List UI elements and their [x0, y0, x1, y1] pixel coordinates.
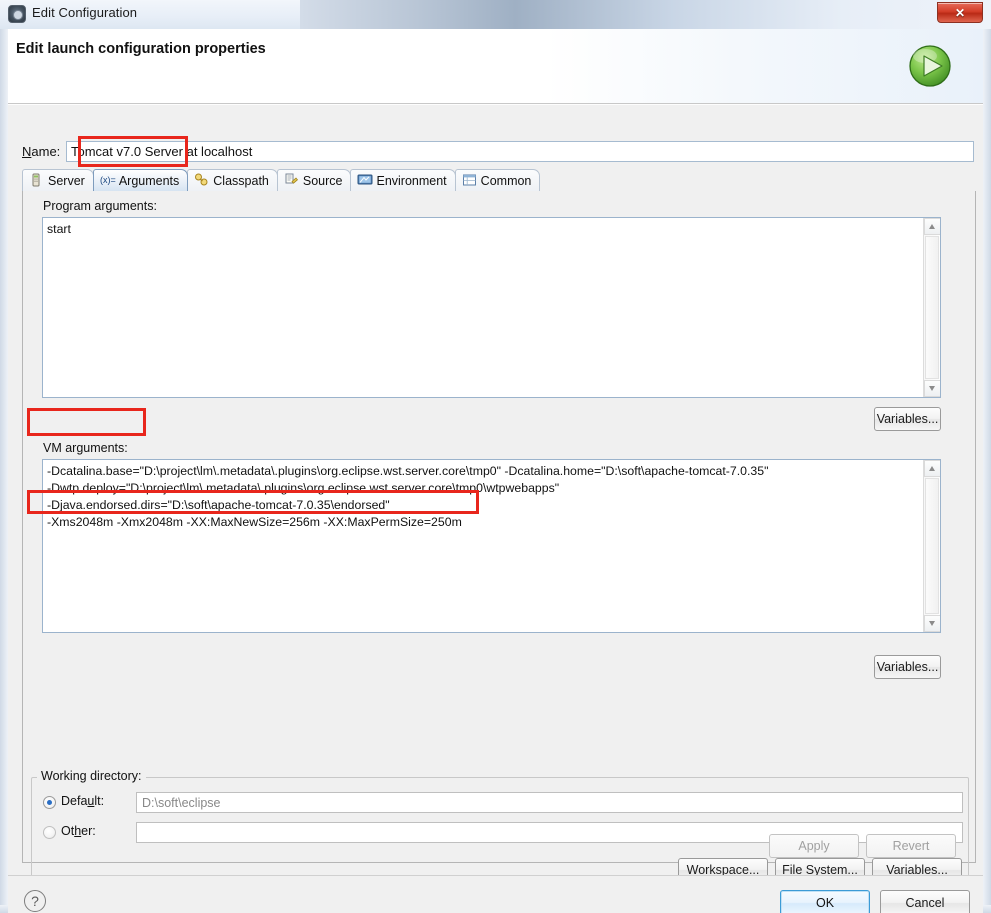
- page-title: Edit launch configuration properties: [16, 41, 266, 57]
- tab-arguments[interactable]: (x)= Arguments: [92, 169, 189, 191]
- tab-classpath-label: Classpath: [213, 173, 269, 188]
- tab-common-label: Common: [480, 173, 532, 188]
- apply-label: Apply: [798, 839, 830, 853]
- run-play-icon: [905, 41, 955, 91]
- arguments-panel: Program arguments: start Variables... VM…: [22, 191, 976, 895]
- environment-icon: [357, 173, 373, 188]
- cancel-button[interactable]: Cancel: [880, 890, 970, 913]
- ok-button[interactable]: OK: [780, 890, 870, 913]
- tab-bar: Server (x)= Arguments Classpath Source E…: [22, 169, 976, 193]
- frame-right: [983, 29, 991, 913]
- tab-server-label: Server: [48, 173, 85, 188]
- ok-label: OK: [815, 896, 835, 910]
- tab-environment-label: Environment: [376, 173, 447, 188]
- cancel-label: Cancel: [905, 896, 945, 910]
- name-label: Name:: [22, 144, 61, 159]
- program-arguments-variables-button[interactable]: Variables...: [874, 407, 941, 431]
- dialog-header: Edit launch configuration properties: [8, 29, 983, 104]
- classpath-icon: [194, 173, 209, 188]
- revert-button[interactable]: Revert: [866, 834, 956, 858]
- working-directory-default-input: D:\soft\eclipse: [136, 792, 963, 813]
- working-directory-default-label: Default:: [61, 794, 105, 808]
- close-icon[interactable]: ✕: [937, 2, 983, 23]
- vm-arguments-variables-button[interactable]: Variables...: [874, 655, 941, 679]
- window-title: Edit Configuration: [32, 5, 138, 20]
- help-glyph: ?: [31, 893, 39, 909]
- server-icon: [29, 173, 44, 188]
- vm-arguments-textarea[interactable]: -Dcatalina.base="D:\project\lm\.metadata…: [42, 459, 941, 633]
- tab-arguments-label: Arguments: [118, 173, 180, 188]
- dialog-content: Name: Tomcat v7.0 Server at localhost Se…: [8, 105, 983, 895]
- vm-arguments-value: -Dcatalina.base="D:\project\lm\.metadata…: [43, 460, 923, 632]
- working-directory-other-radio[interactable]: [43, 826, 56, 839]
- config-icon: [8, 5, 26, 23]
- working-directory-default-radio[interactable]: [43, 796, 56, 809]
- name-input[interactable]: Tomcat v7.0 Server at localhost: [66, 141, 974, 162]
- vm-arg-line-2: -Djava.endorsed.dirs="D:\soft\apache-tom…: [47, 498, 390, 512]
- working-directory-default-value: D:\soft\eclipse: [142, 795, 221, 810]
- working-directory-other-label: Other:: [61, 824, 96, 838]
- program-arguments-value: start: [47, 222, 71, 236]
- scroll-up-icon[interactable]: [924, 218, 940, 235]
- apply-button[interactable]: Apply: [769, 834, 859, 858]
- name-row: Name: Tomcat v7.0 Server at localhost: [16, 141, 976, 163]
- vm-arguments-scrollbar[interactable]: [923, 460, 940, 632]
- arguments-icon: (x)=: [100, 173, 116, 188]
- scrollbar-thumb[interactable]: [925, 236, 939, 379]
- vm-arg-line-1: -Dwtp.deploy="D:\project\lm\.metadata\.p…: [47, 481, 560, 495]
- scroll-down-icon[interactable]: [924, 615, 940, 632]
- tab-server[interactable]: Server: [22, 169, 94, 191]
- frame-left: [0, 29, 8, 913]
- tab-source-label: Source: [302, 173, 343, 188]
- scroll-up-icon[interactable]: [924, 460, 940, 477]
- dialog-body: Edit launch configuration properties Nam…: [0, 29, 991, 913]
- vm-arguments-label: VM arguments:: [43, 441, 128, 455]
- vm-variables-label: Variables...: [876, 660, 939, 674]
- working-directory-label: Working directory:: [37, 769, 146, 783]
- question-mark-icon[interactable]: ?: [24, 890, 46, 912]
- edit-configuration-dialog: Edit Configuration ✕ Edit launch configu…: [0, 0, 991, 913]
- revert-label: Revert: [892, 839, 930, 853]
- scroll-down-icon[interactable]: [924, 380, 940, 397]
- source-icon: [284, 173, 299, 188]
- scrollbar-thumb[interactable]: [925, 478, 939, 614]
- dialog-footer: ? OK Cancel: [8, 875, 983, 913]
- tab-common[interactable]: Common: [454, 169, 541, 191]
- tab-environment[interactable]: Environment: [350, 169, 456, 191]
- tab-classpath[interactable]: Classpath: [187, 169, 278, 191]
- close-glyph: ✕: [954, 5, 966, 20]
- tab-source[interactable]: Source: [276, 169, 352, 191]
- vm-arg-line-3: -Xms2048m -Xmx2048m -XX:MaxNewSize=256m …: [47, 515, 462, 529]
- program-arguments-textarea[interactable]: start: [42, 217, 941, 398]
- window-titlebar: Edit Configuration ✕: [0, 0, 991, 29]
- program-arguments-label: Program arguments:: [43, 199, 157, 213]
- program-variables-label: Variables...: [876, 412, 939, 426]
- vm-arg-line-0: -Dcatalina.base="D:\project\lm\.metadata…: [47, 464, 769, 478]
- common-icon: [462, 173, 477, 188]
- svg-text:(x)=: (x)=: [100, 175, 116, 185]
- program-arguments-scrollbar[interactable]: [923, 218, 940, 397]
